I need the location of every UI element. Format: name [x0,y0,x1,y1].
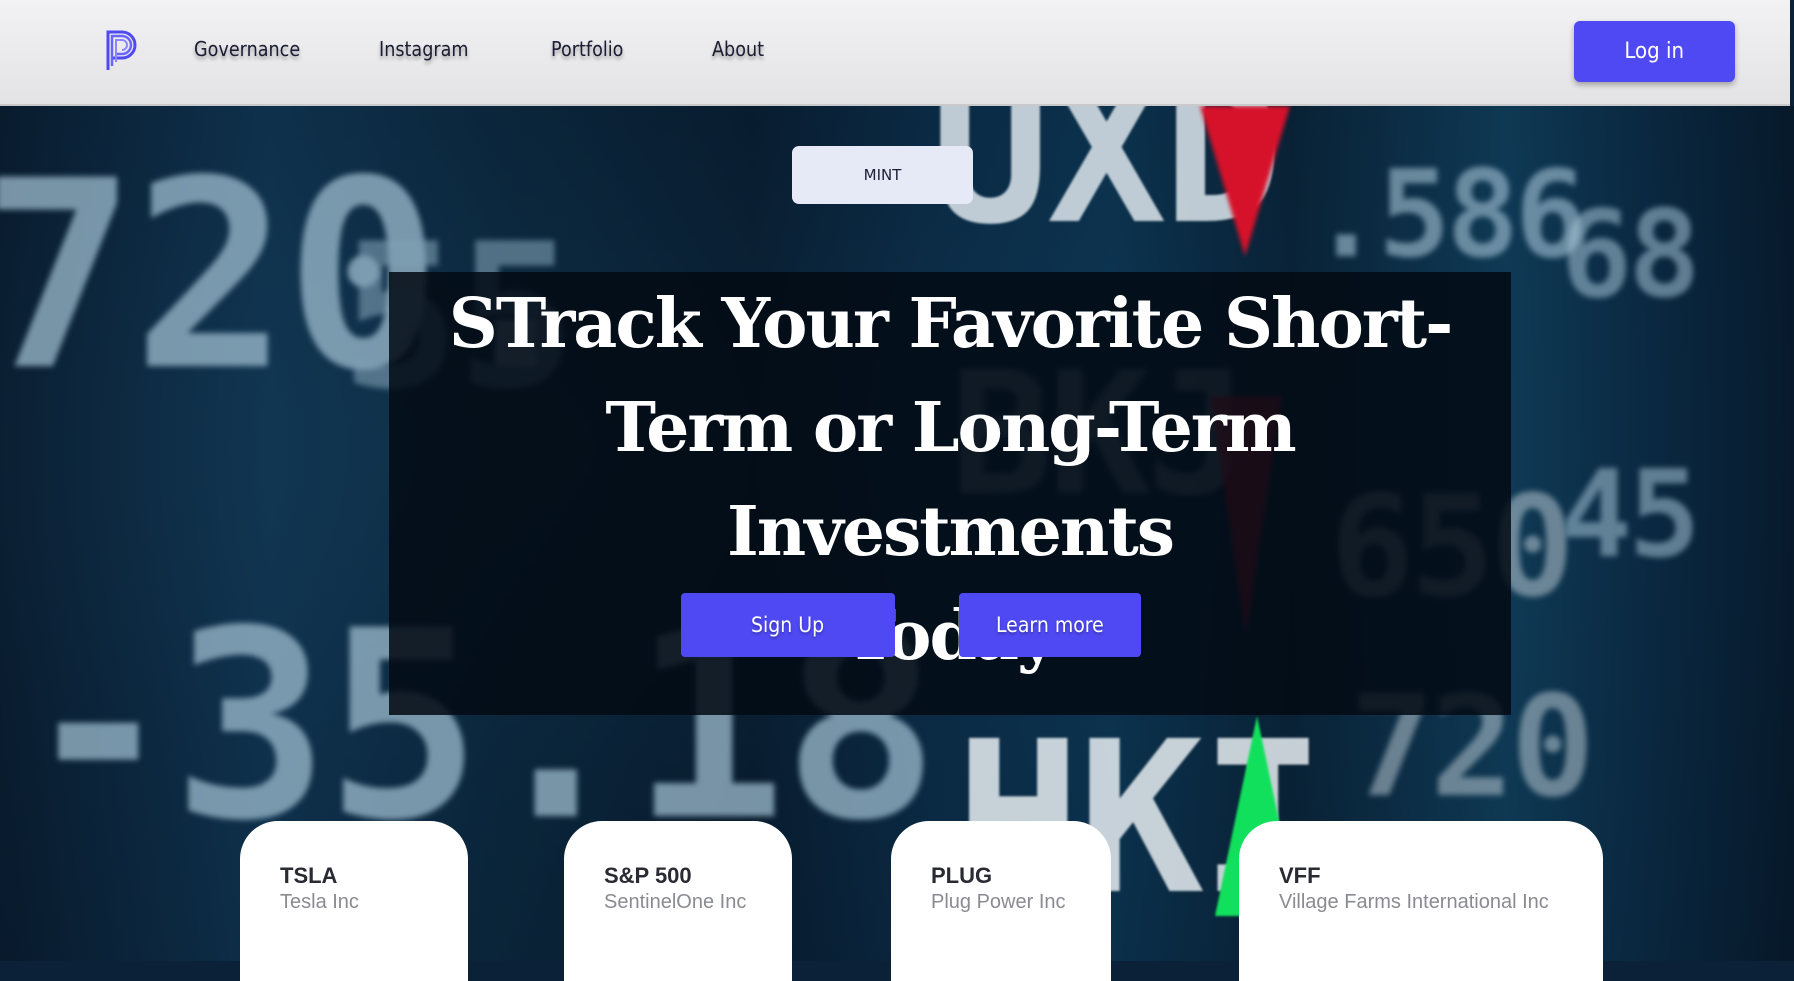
p-logo-icon[interactable] [102,24,144,74]
stock-card-sp500[interactable]: S&P 500 SentinelOne Inc [564,821,792,981]
nav-link-about[interactable]: About [712,37,764,61]
stock-symbol: S&P 500 [604,863,692,888]
nav-link-instagram[interactable]: Instagram [379,37,469,61]
learn-more-button-label: Learn more [996,613,1104,637]
login-button-label: Log in [1624,39,1685,64]
nav-link-governance[interactable]: Governance [194,37,300,61]
ticker-decoration: .586 [1310,146,1587,285]
signup-button-label: Sign Up [751,613,825,637]
signup-button[interactable]: Sign Up [681,593,895,657]
nav-link-portfolio[interactable]: Portfolio [551,37,623,61]
stock-card-tsla[interactable]: TSLA Tesla Inc [240,821,468,981]
headline-line: Today [845,596,1056,676]
mint-button[interactable]: MINT [792,146,973,204]
headline-line: STrack Your Favorite Short- [448,284,1454,364]
company-name: SentinelOne Inc [604,891,747,913]
top-nav: Governance Instagram Portfolio About Log… [0,0,1790,106]
ticker-decoration: 45 [1560,446,1700,585]
learn-more-button[interactable]: Learn more [959,593,1141,657]
stock-symbol: VFF [1279,863,1321,888]
ticker-decoration: 68 [1560,186,1700,325]
stock-symbol: TSLA [280,863,338,888]
stock-symbol: PLUG [931,863,993,888]
login-button[interactable]: Log in [1574,21,1735,82]
stock-card-vff[interactable]: VFF Village Farms International Inc [1239,821,1603,981]
down-arrow-icon [1200,106,1290,256]
hero-headline: STrack Your Favorite Short- Term or Long… [389,272,1511,688]
company-name: Village Farms International Inc [1279,891,1549,913]
company-name: Plug Power Inc [931,891,1066,913]
stock-card-plug[interactable]: PLUG Plug Power Inc [891,821,1111,981]
company-name: Tesla Inc [280,891,359,913]
headline-line: Term or Long-Term Investments [605,388,1296,572]
